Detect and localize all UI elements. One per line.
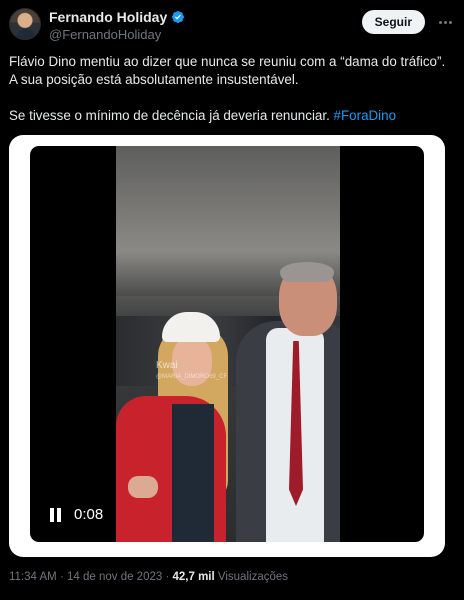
video-woman-hand: [128, 476, 158, 498]
tweet-meta: 11:34 AM · 14 de nov de 2023 · 42,7 mil …: [9, 571, 288, 583]
tweet-text: Flávio Dino mentiu ao dizer que nunca se…: [9, 53, 455, 125]
author-avatar[interactable]: [9, 8, 41, 40]
media-container: Kwai @MARIA_DIMORO69_CF 0:08: [9, 135, 445, 557]
tweet-text-line: A sua posição está absolutamente insuste…: [9, 72, 299, 87]
follow-button[interactable]: Seguir: [361, 10, 425, 34]
tweet-card: Fernando Holiday @FernandoHoliday Seguir…: [0, 0, 464, 600]
tweet-header: Fernando Holiday @FernandoHoliday Seguir: [9, 8, 455, 44]
more-options-icon[interactable]: [435, 14, 455, 30]
author-handle[interactable]: @FernandoHoliday: [49, 27, 161, 42]
author-display-name[interactable]: Fernando Holiday: [49, 9, 167, 25]
kwai-watermark: Kwai: [156, 360, 178, 371]
video-woman-inner: [172, 404, 214, 542]
hashtag-link[interactable]: #ForaDino: [334, 108, 397, 123]
tweet-text-line: Se tivesse o mínimo de decência já dever…: [9, 107, 455, 125]
verified-badge-icon: [171, 10, 185, 24]
tweet-text-span: Se tivesse o mínimo de decência já dever…: [9, 108, 334, 123]
author-name-row: Fernando Holiday: [49, 9, 185, 25]
tweet-time[interactable]: 11:34 AM: [9, 571, 57, 583]
video-controls: 0:08: [50, 506, 103, 523]
meta-separator: ·: [56, 571, 67, 583]
meta-separator: ·: [162, 571, 173, 583]
video-man-hair: [280, 262, 334, 282]
views-label: Visualizações: [214, 571, 289, 583]
tweet-text-line: Flávio Dino mentiu ao dizer que nunca se…: [9, 54, 446, 69]
video-time: 0:08: [74, 506, 104, 523]
video-frame: Kwai @MARIA_DIMORO69_CF: [116, 146, 340, 542]
views-count[interactable]: 42,7 mil: [173, 571, 215, 583]
pause-icon[interactable]: [50, 507, 64, 523]
tweet-date[interactable]: 14 de nov de 2023: [67, 571, 162, 583]
kwai-watermark-handle: @MARIA_DIMORO69_CF: [156, 374, 228, 380]
video-player[interactable]: Kwai @MARIA_DIMORO69_CF 0:08: [30, 146, 424, 542]
